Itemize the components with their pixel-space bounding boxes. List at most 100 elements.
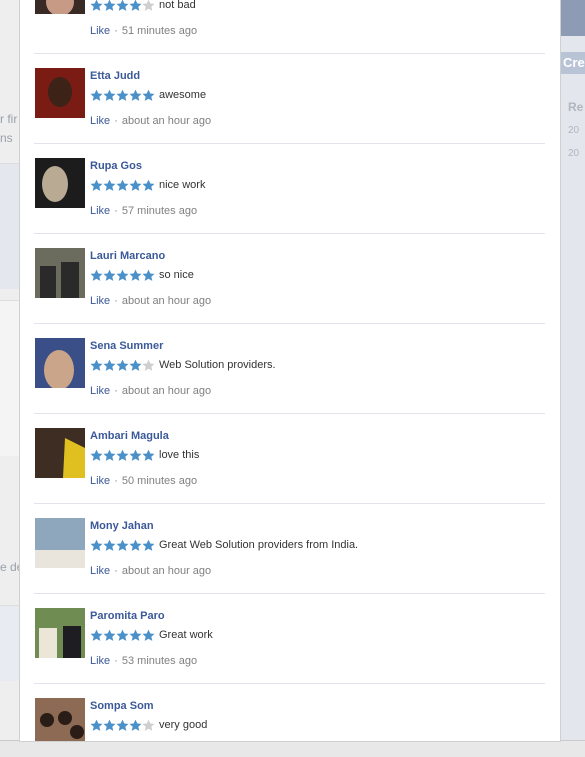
review-item: not bad Like · 51 minutes ago	[20, 0, 545, 54]
star-filled-icon	[142, 269, 155, 281]
review-comment: very good	[159, 719, 208, 731]
review-item: Mony Jahan Great Web Solution providers …	[20, 504, 545, 594]
star-filled-icon	[116, 719, 129, 731]
like-link[interactable]: Like	[90, 475, 110, 487]
review-time: about an hour ago	[121, 115, 212, 127]
star-filled-icon	[129, 269, 142, 281]
background-panel	[0, 605, 20, 681]
review-item: Ambari Magula love this Like · 50 minutes …	[20, 414, 545, 504]
separator-dot: ·	[114, 655, 118, 667]
review-item: Lauri Marcano so nice Like · about an hour…	[20, 234, 545, 324]
reviewer-name[interactable]: Sompa Som	[90, 700, 154, 712]
avatar[interactable]	[35, 68, 85, 118]
review-comment: nice work	[159, 179, 206, 191]
separator-dot: ·	[114, 295, 118, 307]
avatar[interactable]	[35, 0, 85, 14]
star-filled-icon	[116, 629, 129, 641]
avatar-image	[35, 698, 85, 741]
background-text: 20	[568, 148, 580, 159]
review-meta: Like · 51 minutes ago	[90, 25, 197, 37]
star-filled-icon	[103, 629, 116, 641]
star-filled-icon	[103, 539, 116, 551]
avatar[interactable]	[35, 608, 85, 658]
like-link[interactable]: Like	[90, 25, 110, 37]
review-item: Sompa Som very good	[20, 684, 545, 741]
avatar-image	[35, 248, 85, 298]
separator-dot: ·	[114, 565, 118, 577]
review-time: 57 minutes ago	[121, 205, 198, 217]
like-link[interactable]: Like	[90, 295, 110, 307]
review-comment: Great Web Solution providers from India.	[159, 539, 359, 551]
background-create-button: Cre	[560, 52, 585, 74]
review-time: about an hour ago	[121, 385, 212, 397]
star-filled-icon	[90, 179, 103, 191]
avatar[interactable]	[35, 158, 85, 208]
review-item: Etta Judd awesome Like · about an hour ago	[20, 54, 545, 144]
star-filled-icon	[116, 89, 129, 101]
avatar-image	[35, 158, 85, 208]
avatar[interactable]	[35, 248, 85, 298]
reviewer-name[interactable]: Lauri Marcano	[90, 250, 165, 262]
like-link[interactable]: Like	[90, 655, 110, 667]
review-meta: Like · 53 minutes ago	[90, 655, 197, 667]
star-filled-icon	[116, 449, 129, 461]
background-text: ns	[0, 131, 13, 145]
star-filled-icon	[103, 269, 116, 281]
star-filled-icon	[129, 89, 142, 101]
reviewer-name[interactable]: Paromita Paro	[90, 610, 165, 622]
background-panel	[0, 163, 20, 289]
star-filled-icon	[142, 179, 155, 191]
star-filled-icon	[90, 629, 103, 641]
star-filled-icon	[103, 89, 116, 101]
avatar[interactable]	[35, 428, 85, 478]
reviewer-name[interactable]: Ambari Magula	[90, 430, 169, 442]
like-link[interactable]: Like	[90, 385, 110, 397]
separator-dot: ·	[114, 115, 118, 127]
star-filled-icon	[129, 449, 142, 461]
review-item: Rupa Gos nice work Like · 57 minutes ago	[20, 144, 545, 234]
review-comment: so nice	[159, 269, 194, 281]
review-item: Sena Summer Web Solution providers. Like…	[20, 324, 545, 414]
star-rating	[90, 719, 155, 732]
star-rating	[90, 359, 155, 372]
reviewer-name[interactable]: Rupa Gos	[90, 160, 142, 172]
star-rating	[90, 89, 155, 102]
star-empty-icon	[142, 719, 155, 731]
like-link[interactable]: Like	[90, 565, 110, 577]
background-bottom-bar	[0, 740, 585, 757]
star-filled-icon	[90, 0, 103, 11]
star-filled-icon	[129, 359, 142, 371]
avatar-image	[35, 608, 85, 658]
separator-dot: ·	[114, 475, 118, 487]
review-meta: Like · 57 minutes ago	[90, 205, 197, 217]
star-filled-icon	[129, 719, 142, 731]
reviewer-name[interactable]: Mony Jahan	[90, 520, 154, 532]
review-meta: Like · about an hour ago	[90, 295, 211, 307]
star-rating	[90, 0, 155, 12]
avatar[interactable]	[35, 518, 85, 568]
star-filled-icon	[129, 539, 142, 551]
avatar-image	[35, 428, 85, 478]
star-filled-icon	[90, 539, 103, 551]
review-time: about an hour ago	[121, 295, 212, 307]
star-filled-icon	[116, 0, 129, 11]
review-time: 51 minutes ago	[121, 25, 198, 37]
star-filled-icon	[90, 449, 103, 461]
like-link[interactable]: Like	[90, 115, 110, 127]
background-text: Re	[568, 100, 584, 114]
star-filled-icon	[129, 0, 142, 11]
like-link[interactable]: Like	[90, 205, 110, 217]
star-filled-icon	[142, 89, 155, 101]
review-meta: Like · 50 minutes ago	[90, 475, 197, 487]
review-time: 50 minutes ago	[121, 475, 198, 487]
avatar[interactable]	[35, 698, 85, 741]
reviewer-name[interactable]: Etta Judd	[90, 70, 140, 82]
separator-dot: ·	[114, 205, 118, 217]
separator-dot: ·	[114, 25, 118, 37]
background-panel	[0, 300, 20, 456]
star-filled-icon	[103, 0, 116, 11]
reviewer-name[interactable]: Sena Summer	[90, 340, 163, 352]
star-filled-icon	[142, 629, 155, 641]
review-comment: not bad	[159, 0, 196, 11]
avatar[interactable]	[35, 338, 85, 388]
